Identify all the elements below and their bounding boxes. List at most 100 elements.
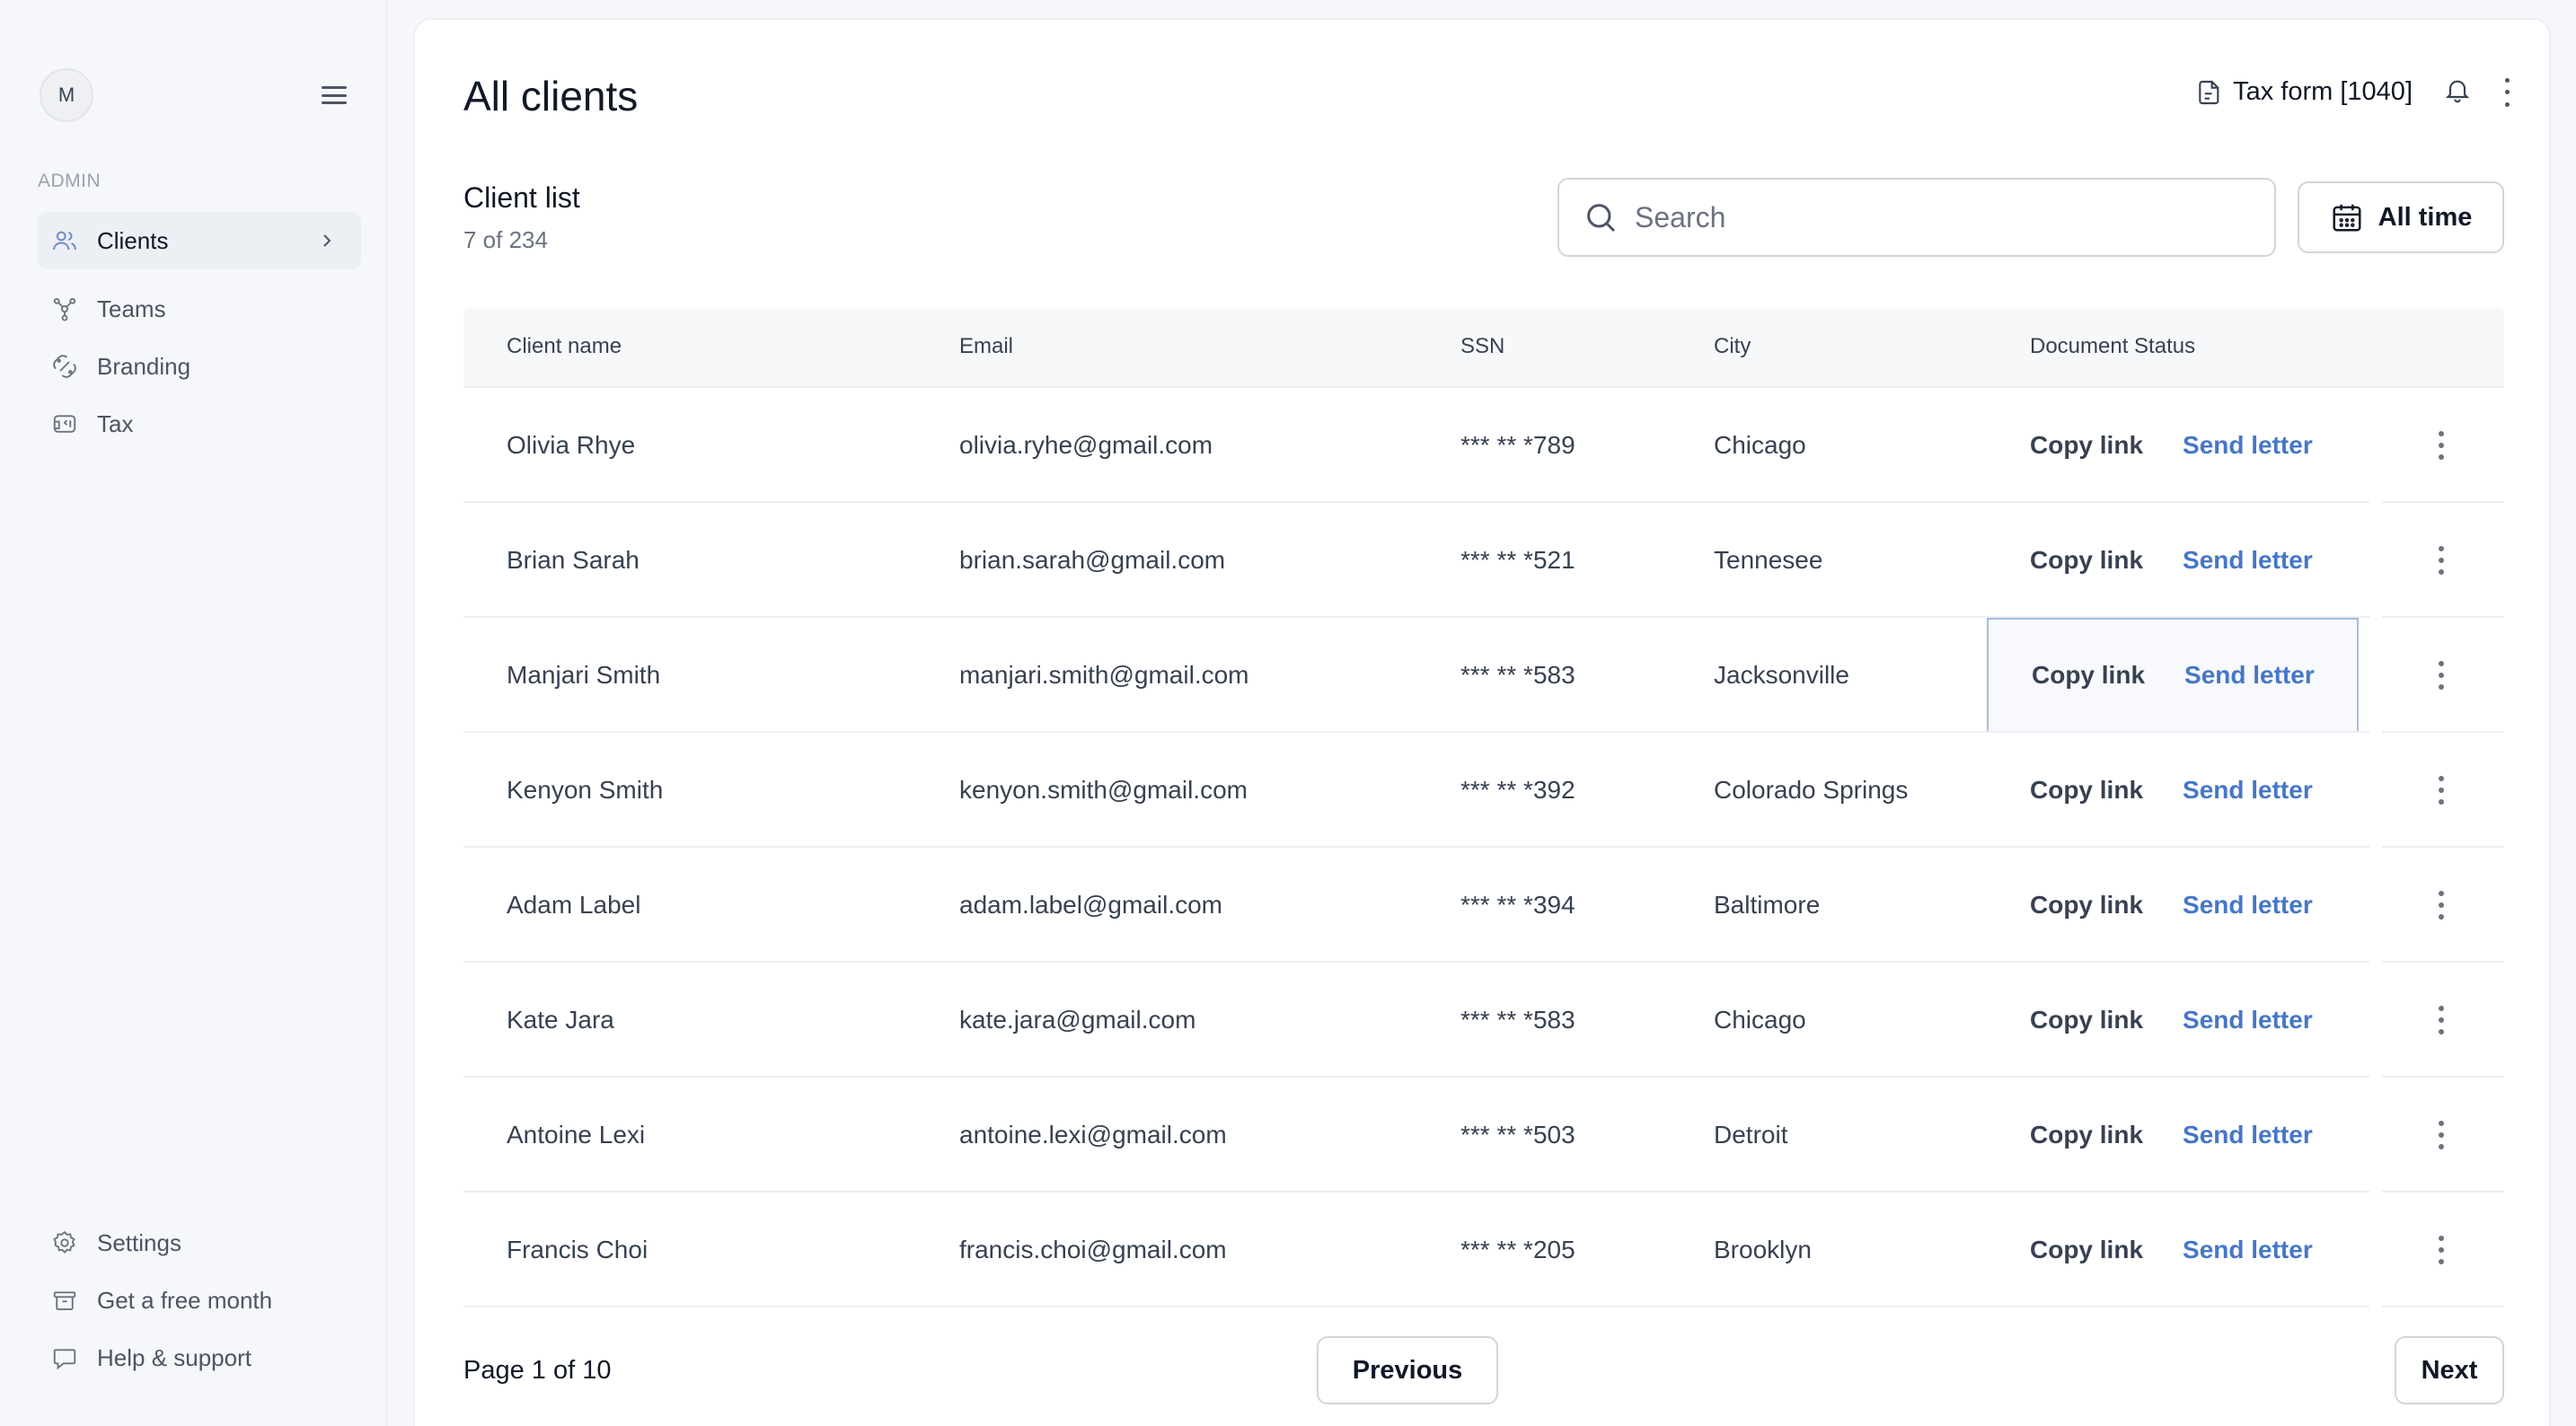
previous-button[interactable]: Previous bbox=[1317, 1336, 1498, 1404]
column-header-document-status[interactable]: Document Status bbox=[2030, 334, 2195, 359]
client-email: antoine.lexi@gmail.com bbox=[959, 1121, 1227, 1149]
sidebar-item-free-month[interactable]: Get a free month bbox=[38, 1272, 361, 1329]
page-title: All clients bbox=[463, 73, 639, 119]
copy-link-button[interactable]: Copy link bbox=[2030, 1236, 2143, 1264]
document-status-cell: Copy link Send letter bbox=[1987, 963, 2359, 1078]
client-ssn: *** ** *521 bbox=[1460, 546, 1575, 574]
client-email: brian.sarah@gmail.com bbox=[959, 546, 1226, 574]
copy-link-button[interactable]: Copy link bbox=[2030, 891, 2143, 920]
row-divider bbox=[2382, 1306, 2504, 1307]
table-row[interactable]: Manjari Smith manjari.smith@gmail.com **… bbox=[463, 618, 2504, 733]
tax-form-button[interactable]: Tax form [1040] bbox=[2195, 77, 2413, 107]
row-more-options-icon[interactable] bbox=[2436, 776, 2447, 805]
sidebar-item-teams[interactable]: Teams bbox=[38, 280, 361, 338]
copy-link-button[interactable]: Copy link bbox=[2030, 1006, 2143, 1034]
bell-icon[interactable] bbox=[2443, 75, 2472, 109]
branding-icon bbox=[50, 352, 79, 381]
table-row[interactable]: Kenyon Smith kenyon.smith@gmail.com *** … bbox=[463, 733, 2504, 848]
document-status-cell: Copy link Send letter bbox=[1987, 733, 2359, 848]
next-button[interactable]: Next bbox=[2395, 1336, 2504, 1404]
column-header-ssn[interactable]: SSN bbox=[1460, 334, 1504, 359]
tax-icon bbox=[50, 409, 79, 438]
client-email: manjari.smith@gmail.com bbox=[959, 661, 1249, 689]
client-name: Adam Label bbox=[507, 891, 641, 919]
search-box[interactable] bbox=[1557, 178, 2276, 257]
send-letter-button[interactable]: Send letter bbox=[2183, 1006, 2313, 1034]
more-options-icon[interactable] bbox=[2502, 77, 2511, 107]
copy-link-button[interactable]: Copy link bbox=[2030, 431, 2143, 460]
sidebar-item-label: Clients bbox=[97, 226, 169, 254]
client-list-count: 7 of 234 bbox=[463, 226, 548, 253]
client-city: Detroit bbox=[1714, 1121, 1788, 1149]
send-letter-button[interactable]: Send letter bbox=[2183, 891, 2313, 920]
search-icon bbox=[1587, 204, 1616, 233]
copy-link-button[interactable]: Copy link bbox=[2030, 546, 2143, 575]
sidebar-item-label: Branding bbox=[97, 352, 191, 380]
document-status-cell: Copy link Send letter bbox=[1987, 388, 2359, 503]
chat-icon bbox=[50, 1343, 79, 1372]
copy-link-button[interactable]: Copy link bbox=[2030, 776, 2143, 805]
pagination-text: Page 1 of 10 bbox=[463, 1356, 612, 1385]
row-more-options-icon[interactable] bbox=[2436, 1121, 2447, 1149]
client-ssn: *** ** *503 bbox=[1460, 1121, 1575, 1149]
sidebar: M ADMIN Clients Teams Branding Tax Setti… bbox=[0, 0, 388, 1426]
sidebar-item-label: Teams bbox=[97, 295, 166, 322]
header-actions: Tax form [1040] bbox=[2195, 75, 2511, 109]
row-more-options-icon[interactable] bbox=[2436, 661, 2447, 690]
client-ssn: *** ** *392 bbox=[1460, 776, 1575, 804]
document-status-cell: Copy link Send letter bbox=[1987, 503, 2359, 618]
client-name: Francis Choi bbox=[507, 1236, 648, 1263]
send-letter-button[interactable]: Send letter bbox=[2183, 546, 2313, 575]
column-header-city[interactable]: City bbox=[1714, 334, 1751, 359]
column-header-name[interactable]: Client name bbox=[507, 334, 622, 359]
row-more-options-icon[interactable] bbox=[2436, 431, 2447, 460]
avatar[interactable]: M bbox=[40, 68, 93, 122]
client-email: francis.choi@gmail.com bbox=[959, 1236, 1227, 1263]
row-divider bbox=[463, 1306, 2369, 1307]
client-city: Chicago bbox=[1714, 431, 1806, 459]
client-ssn: *** ** *583 bbox=[1460, 1006, 1575, 1034]
client-email: olivia.ryhe@gmail.com bbox=[959, 431, 1213, 459]
sidebar-item-clients[interactable]: Clients bbox=[38, 212, 361, 269]
client-city: Brooklyn bbox=[1714, 1236, 1812, 1263]
row-more-options-icon[interactable] bbox=[2436, 546, 2447, 575]
calendar-icon bbox=[2333, 204, 2361, 232]
sidebar-item-branding[interactable]: Branding bbox=[38, 338, 361, 395]
send-letter-button[interactable]: Send letter bbox=[2183, 1121, 2313, 1149]
main-panel: All clients Tax form [1040] Client list … bbox=[413, 18, 2551, 1426]
send-letter-button[interactable]: Send letter bbox=[2183, 431, 2313, 460]
copy-link-button[interactable]: Copy link bbox=[2032, 661, 2145, 690]
sidebar-item-label: Help & support bbox=[97, 1343, 251, 1371]
tax-form-label: Tax form [1040] bbox=[2233, 77, 2413, 106]
send-letter-button[interactable]: Send letter bbox=[2183, 776, 2313, 805]
send-letter-button[interactable]: Send letter bbox=[2183, 1236, 2313, 1264]
hamburger-menu-icon[interactable] bbox=[320, 83, 348, 108]
client-city: Chicago bbox=[1714, 1006, 1806, 1034]
sidebar-item-label: Get a free month bbox=[97, 1286, 273, 1314]
teams-icon bbox=[50, 295, 79, 323]
clients-table: Client name Email SSN City Document Stat… bbox=[463, 307, 2504, 1307]
sidebar-item-label: Tax bbox=[97, 409, 134, 437]
table-row[interactable]: Francis Choi francis.choi@gmail.com *** … bbox=[463, 1193, 2504, 1307]
users-icon bbox=[50, 226, 79, 255]
copy-link-button[interactable]: Copy link bbox=[2030, 1121, 2143, 1149]
table-row[interactable]: Kate Jara kate.jara@gmail.com *** ** *58… bbox=[463, 963, 2504, 1078]
sidebar-item-tax[interactable]: Tax bbox=[38, 395, 361, 453]
client-name: Olivia Rhye bbox=[507, 431, 636, 459]
table-row[interactable]: Adam Label adam.label@gmail.com *** ** *… bbox=[463, 848, 2504, 963]
client-email: kate.jara@gmail.com bbox=[959, 1006, 1196, 1034]
row-more-options-icon[interactable] bbox=[2436, 1006, 2447, 1034]
document-status-cell: Copy link Send letter bbox=[1987, 848, 2359, 963]
row-more-options-icon[interactable] bbox=[2436, 1236, 2447, 1264]
column-header-email[interactable]: Email bbox=[959, 334, 1013, 359]
search-input[interactable] bbox=[1635, 200, 2245, 234]
send-letter-button[interactable]: Send letter bbox=[2184, 661, 2315, 690]
sidebar-item-settings[interactable]: Settings bbox=[38, 1214, 361, 1272]
date-filter-button[interactable]: All time bbox=[2298, 181, 2504, 253]
table-row[interactable]: Olivia Rhye olivia.ryhe@gmail.com *** **… bbox=[463, 388, 2504, 503]
table-row[interactable]: Brian Sarah brian.sarah@gmail.com *** **… bbox=[463, 503, 2504, 618]
table-row[interactable]: Antoine Lexi antoine.lexi@gmail.com *** … bbox=[463, 1078, 2504, 1193]
chevron-right-icon bbox=[323, 234, 331, 247]
row-more-options-icon[interactable] bbox=[2436, 891, 2447, 920]
sidebar-item-help[interactable]: Help & support bbox=[38, 1329, 361, 1386]
